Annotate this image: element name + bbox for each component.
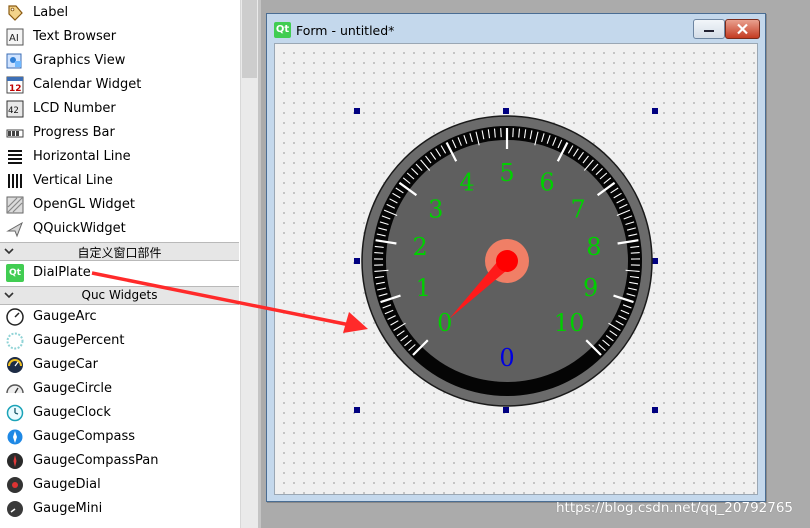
widget-item-progress-bar[interactable]: Progress Bar bbox=[0, 121, 240, 145]
dial-scale-label: 7 bbox=[571, 195, 586, 223]
gauge-clock-icon bbox=[6, 404, 24, 422]
dial-scale-label: 3 bbox=[428, 195, 443, 223]
svg-text:AI: AI bbox=[9, 33, 19, 44]
minimize-button[interactable] bbox=[693, 19, 725, 39]
category-quc-widgets[interactable]: Quc Widgets bbox=[0, 286, 239, 305]
widget-item-gauge-dial[interactable]: GaugeDial bbox=[0, 473, 240, 497]
close-button[interactable] bbox=[725, 19, 760, 39]
qt-icon: Qt bbox=[6, 264, 24, 282]
gauge-compass-icon bbox=[7, 429, 23, 445]
form-titlebar[interactable]: Qt Form - untitled* bbox=[267, 14, 765, 43]
gauge-mini-icon bbox=[7, 501, 23, 517]
widget-item-gauge-mini[interactable]: GaugeMini bbox=[0, 497, 240, 521]
dial-scale-label: 5 bbox=[499, 159, 514, 187]
graphics-view-icon bbox=[6, 53, 22, 69]
dial-scale-label: 2 bbox=[412, 233, 427, 261]
text-browser-icon: AI bbox=[6, 28, 24, 46]
dial-scale-label: 6 bbox=[539, 169, 554, 197]
widget-item-gauge-compass[interactable]: GaugeCompass bbox=[0, 425, 240, 449]
svg-text:12: 12 bbox=[9, 84, 22, 94]
window-title: Form - untitled* bbox=[296, 23, 395, 38]
scrollbar-thumb[interactable] bbox=[242, 0, 257, 78]
widget-item-gauge-arc[interactable]: GaugeArc bbox=[0, 305, 240, 329]
dial-minor-tick bbox=[630, 252, 640, 254]
widget-item-lcd-number[interactable]: 42 LCD Number bbox=[0, 97, 240, 121]
watermark-text: https://blog.csdn.net/qq_20792765 bbox=[556, 500, 794, 516]
widget-item-gauge-percent[interactable]: GaugePercent bbox=[0, 329, 240, 353]
dial-scale-label: 0 bbox=[437, 309, 452, 337]
form-window: Qt Form - untitled* 0 1 2 3 4 5 6 7 8 9 10 bbox=[266, 13, 766, 502]
opengl-widget-icon bbox=[6, 196, 24, 214]
widget-item-gauge-clock[interactable]: GaugeClock bbox=[0, 401, 240, 425]
gauge-car-icon bbox=[7, 357, 23, 373]
gauge-dial-icon bbox=[7, 477, 23, 493]
dial-value: 0 bbox=[499, 344, 514, 372]
splitter-handle[interactable] bbox=[258, 0, 261, 528]
widget-item-text-browser[interactable]: AI Text Browser bbox=[0, 25, 240, 49]
widget-item-dialplate[interactable]: Qt DialPlate bbox=[0, 261, 240, 285]
svg-text:42: 42 bbox=[8, 106, 19, 116]
widget-item-graphics-view[interactable]: Graphics View bbox=[0, 49, 240, 73]
category-custom-widgets[interactable]: 自定义窗口部件 bbox=[0, 242, 239, 261]
widget-item-label[interactable]: Label bbox=[0, 1, 240, 25]
dial-scale-label: 8 bbox=[586, 233, 601, 261]
widget-item-qquickwidget[interactable]: QQuickWidget bbox=[0, 217, 240, 241]
dial-minor-tick bbox=[500, 128, 502, 138]
gauge-compass-pan-icon bbox=[7, 453, 23, 469]
dial-scale-label: 4 bbox=[459, 169, 474, 197]
horizontal-line-icon bbox=[8, 150, 22, 164]
widget-item-calendar[interactable]: 12 Calendar Widget bbox=[0, 73, 240, 97]
gauge-percent-icon bbox=[6, 332, 24, 350]
dial-scale-label: 9 bbox=[583, 274, 598, 302]
form-canvas[interactable]: 0 1 2 3 4 5 6 7 8 9 10 0 bbox=[274, 43, 758, 495]
lcd-number-icon: 42 bbox=[6, 100, 24, 118]
calendar-icon: 12 bbox=[6, 76, 24, 94]
widget-item-gauge-compass-pan[interactable]: GaugeCompassPan bbox=[0, 449, 240, 473]
gauge-circle-icon bbox=[6, 384, 24, 394]
gauge-arc-icon bbox=[6, 308, 24, 326]
widget-item-vertical-line[interactable]: Vertical Line bbox=[0, 169, 240, 193]
vertical-line-icon bbox=[8, 174, 22, 188]
qt-logo-icon: Qt bbox=[274, 22, 291, 38]
dial-plate-widget[interactable]: 01234 5 678910 0 bbox=[357, 111, 657, 411]
label-icon bbox=[8, 5, 23, 21]
dial-minor-tick bbox=[512, 128, 514, 138]
close-icon bbox=[737, 23, 748, 35]
widget-item-opengl[interactable]: OpenGL Widget bbox=[0, 193, 240, 217]
widget-item-gauge-circle[interactable]: GaugeCircle bbox=[0, 377, 240, 401]
dial-pointer-cap bbox=[496, 250, 518, 272]
widget-box-scrollbar[interactable] bbox=[240, 0, 258, 528]
dial-minor-tick bbox=[374, 252, 384, 254]
widget-box-panel: Label AI Text Browser Graphics View 12 C… bbox=[0, 0, 240, 528]
dial-scale-label: 10 bbox=[554, 309, 585, 337]
qquickwidget-icon bbox=[6, 221, 23, 238]
progress-bar-icon bbox=[6, 129, 24, 138]
dial-scale-label: 1 bbox=[416, 274, 431, 302]
widget-item-gauge-car[interactable]: GaugeCar bbox=[0, 353, 240, 377]
widget-item-horizontal-line[interactable]: Horizontal Line bbox=[0, 145, 240, 169]
minimize-icon bbox=[704, 30, 714, 32]
